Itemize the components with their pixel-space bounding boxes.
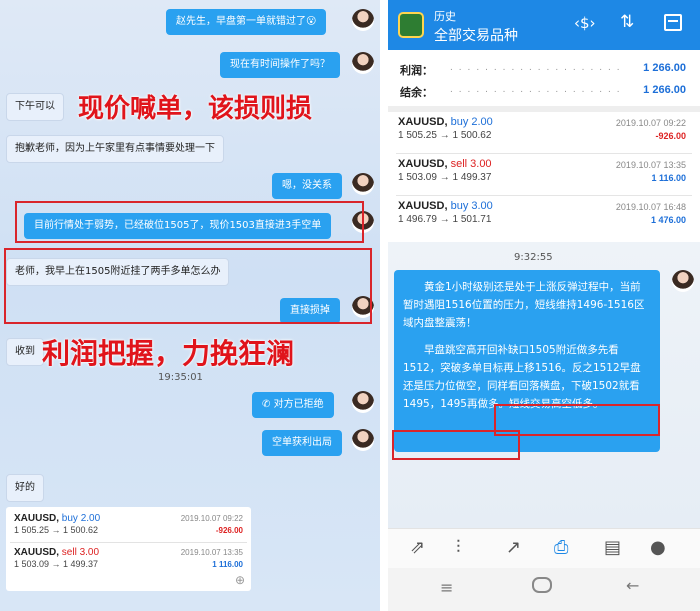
chat-timestamp: 9:32:55 [514,252,553,263]
trade-history-card: XAUUSD, buy 2.00 1 505.25 → 1 500.62 201… [6,507,251,591]
message-bubble: 赵先生，早盘第一单就错过了😮 [166,9,327,35]
calendar-icon[interactable] [664,14,682,31]
trade-row[interactable]: XAUUSD, sell 3.00 1 503.09 → 1 499.37 20… [6,547,251,577]
trade-row[interactable]: XAUUSD, sell 3.00 1 503.09 → 1 499.37 20… [388,154,700,196]
chart-icon[interactable]: ↗ [506,537,521,558]
chat-icon[interactable]: ● [650,537,666,558]
message-bubble: 收到 [6,338,44,366]
nav-menu-icon[interactable]: ≡ [440,578,453,597]
avatar[interactable] [352,429,374,451]
bottom-tab-bar: ⇗ ⫶ ↗ ⎙ ▤ ● [388,528,700,569]
message-bubble: 现在有时间操作了吗？ [220,52,340,78]
highlight-box [4,248,372,324]
message-bubble: 抱歉老师，因为上午家里有点事情要处理一下 [6,135,224,163]
trade-list: XAUUSD, buy 2.00 1 505.25 → 1 500.62 201… [388,112,700,238]
chat-area: 9:32:55 黄金1小时级别还是处于上涨反弹过程中，当前暂时遇阻1516位置的… [388,242,700,528]
nav-home-icon[interactable] [532,577,552,593]
summary-section: 利润： ....................................… [400,62,686,99]
divider [10,542,247,543]
overlay-caption-top: 现价喊单，该损则损 [78,94,313,124]
trade-row[interactable]: XAUUSD, buy 2.00 1 505.25 → 1 500.62 201… [6,513,251,543]
candles-icon[interactable]: ⫶ [456,537,461,558]
message-bubble: 下午可以 [6,93,64,121]
timestamp: 19:35:01 [158,372,203,383]
history-inbox-icon[interactable]: ⎙ [554,537,568,558]
system-nav-bar: ≡ ← [388,568,700,611]
highlight-box [392,430,520,460]
header-subtitle[interactable]: 全部交易品种 [434,25,518,45]
phone-icon: ✆ [262,399,271,410]
avatar[interactable] [352,391,374,413]
dot-leader: ...................................... [450,84,620,95]
message-bubble: ✆ 对方已拒绝 [252,392,334,418]
dot-leader: ...................................... [450,62,620,73]
trading-app-panel: 历史 全部交易品种 ‹$› ⇅ 利润： ....................… [388,0,700,611]
header-title: 历史 [434,10,456,23]
zoom-in-icon[interactable]: ⊕ [235,573,245,587]
message-bubble: 嗯，没关系 [272,173,342,199]
overlay-caption-bottom: 利润把握，力挽狂澜 [42,337,295,370]
highlight-box [15,201,364,243]
trade-row[interactable]: XAUUSD, buy 3.00 1 496.79 → 1 501.71 201… [388,196,700,238]
sort-icon[interactable]: ⇅ [620,12,634,32]
message-bubble: 空单获利出局 [262,430,342,456]
trade-icon[interactable]: ⇗ [410,537,425,558]
currency-sort-icon[interactable]: ‹$› [574,14,596,32]
app-header: 历史 全部交易品种 ‹$› ⇅ [388,0,700,50]
nav-back-icon[interactable]: ← [626,576,639,595]
avatar[interactable] [352,9,374,31]
message-bubble: 好的 [6,474,44,502]
avatar[interactable] [352,52,374,74]
app-logo-icon[interactable] [398,12,424,38]
news-icon[interactable]: ▤ [604,537,621,558]
trade-row[interactable]: XAUUSD, buy 2.00 1 505.25 → 1 500.62 201… [388,112,700,154]
avatar[interactable] [672,270,694,292]
chat-panel: 赵先生，早盘第一单就错过了😮 现在有时间操作了吗？ 下午可以 现价喊单，该损则损… [0,0,380,611]
avatar[interactable] [352,173,374,195]
